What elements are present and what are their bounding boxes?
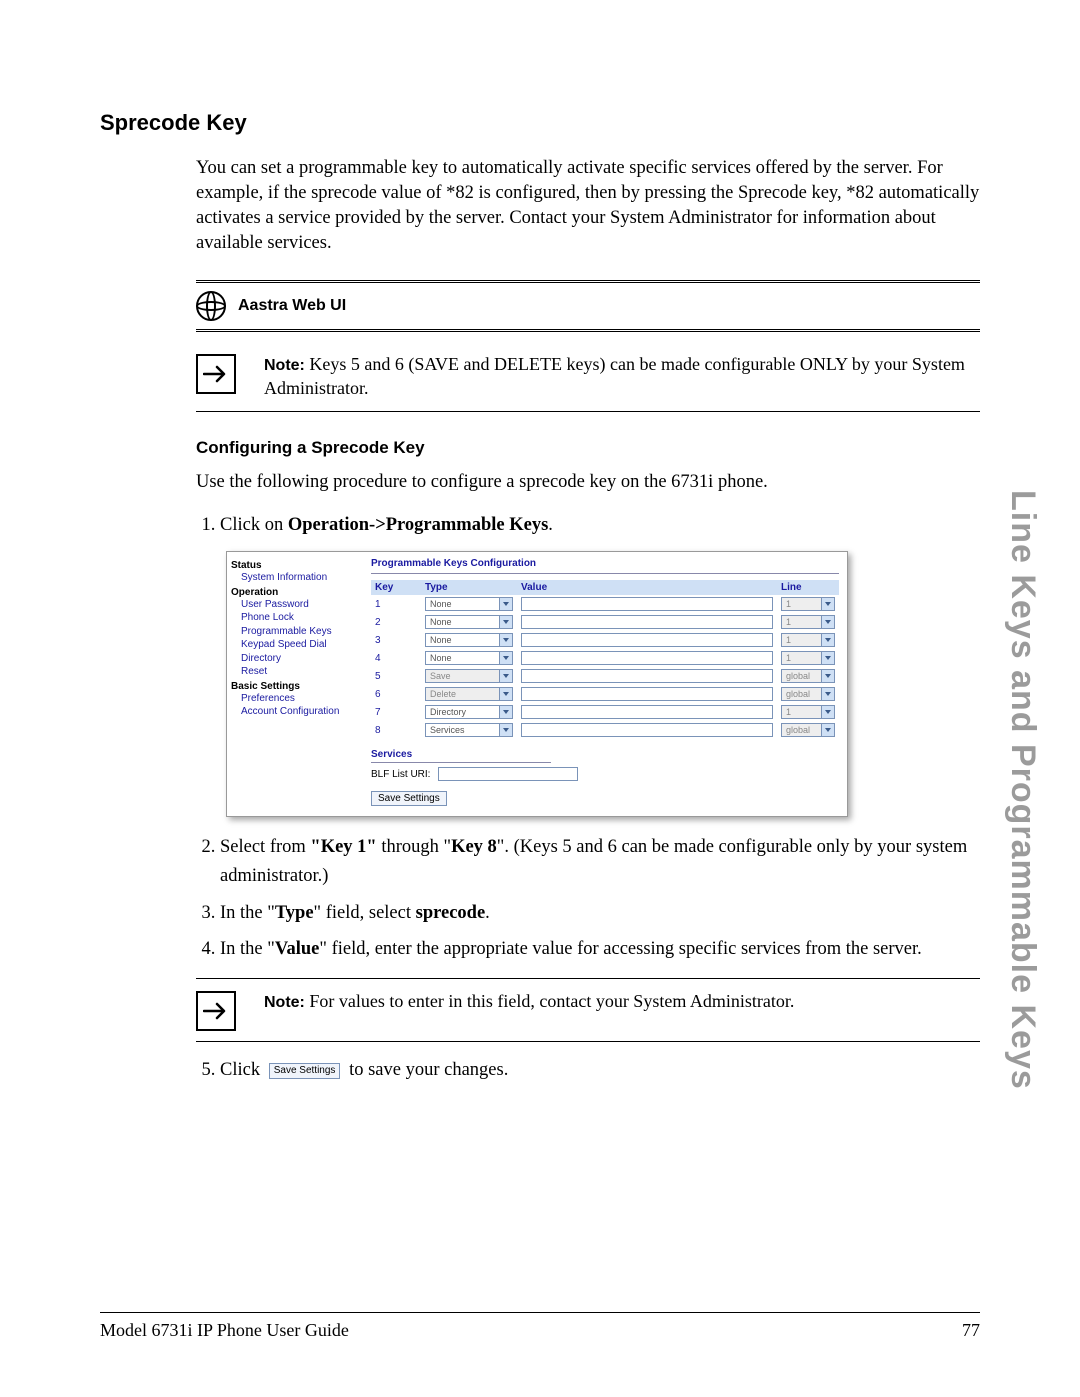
sidebar-group-status: Status — [231, 560, 359, 571]
line-select: global — [781, 723, 835, 737]
value-input[interactable] — [521, 723, 773, 737]
note-2-label: Note: — [264, 994, 305, 1011]
table-row: 6 Delete global — [371, 685, 839, 703]
arrow-right-icon — [196, 354, 236, 394]
type-select[interactable]: None — [425, 633, 513, 647]
steps-list: Click on Operation->Programmable Keys. — [196, 511, 980, 540]
sidebar-item[interactable]: Directory — [241, 652, 359, 666]
sidebar-item[interactable]: Account Configuration — [241, 705, 359, 719]
table-row: 3 None 1 — [371, 631, 839, 649]
page: Sprecode Key You can set a programmable … — [0, 0, 1080, 1397]
note-block-2: Note: For values to enter in this field,… — [196, 978, 980, 1042]
subheading: Configuring a Sprecode Key — [196, 438, 980, 458]
footer: Model 6731i IP Phone User Guide 77 — [100, 1320, 980, 1341]
sidebar-item[interactable]: Phone Lock — [241, 611, 359, 625]
ui-header-block: Aastra Web UI — [196, 280, 980, 332]
side-tab: Line Keys and Programmable Keys — [1003, 490, 1042, 1090]
col-line: Line — [777, 580, 839, 595]
keys-table: Key Type Value Line 1None12None13None14N… — [371, 580, 839, 739]
line-select: 1 — [781, 615, 835, 629]
key-number: 2 — [371, 613, 421, 631]
step-4: In the "Value" field, enter the appropri… — [220, 935, 980, 964]
sidebar-item[interactable]: Programmable Keys — [241, 625, 359, 639]
type-select: Save — [425, 669, 513, 683]
step-1: Click on Operation->Programmable Keys. — [220, 511, 980, 540]
value-input[interactable] — [521, 597, 773, 611]
screenshot-main: Programmable Keys Configuration Key Type… — [363, 552, 847, 816]
line-select: global — [781, 669, 835, 683]
type-select[interactable]: None — [425, 615, 513, 629]
key-number: 5 — [371, 667, 421, 685]
type-select[interactable]: None — [425, 651, 513, 665]
key-number: 7 — [371, 703, 421, 721]
value-input[interactable] — [521, 651, 773, 665]
line-select: 1 — [781, 597, 835, 611]
programmable-keys-screenshot: Status System Information Operation User… — [226, 551, 848, 817]
inline-save-settings-button[interactable]: Save Settings — [269, 1063, 341, 1079]
table-row: 4 None 1 — [371, 649, 839, 667]
arrow-right-icon — [196, 991, 236, 1031]
note-2-text: Note: For values to enter in this field,… — [264, 989, 794, 1014]
services-header: Services — [371, 749, 551, 763]
value-input[interactable] — [521, 705, 773, 719]
save-settings-button[interactable]: Save Settings — [371, 791, 447, 806]
table-row: 5 Save global — [371, 667, 839, 685]
sidebar-item[interactable]: Reset — [241, 665, 359, 679]
steps-list-cont: Select from "Key 1" through "Key 8". (Ke… — [196, 833, 980, 964]
note-1-label: Note: — [264, 357, 305, 374]
key-number: 3 — [371, 631, 421, 649]
footer-left: Model 6731i IP Phone User Guide — [100, 1320, 349, 1341]
step-2: Select from "Key 1" through "Key 8". (Ke… — [220, 833, 980, 890]
col-type: Type — [421, 580, 517, 595]
step-5: Click Save Settings to save your changes… — [220, 1056, 980, 1085]
sidebar-group-operation: Operation — [231, 587, 359, 598]
globe-icon — [196, 291, 226, 321]
sidebar-group-basic: Basic Settings — [231, 681, 359, 692]
col-key: Key — [371, 580, 421, 595]
key-number: 4 — [371, 649, 421, 667]
blf-row: BLF List URI: — [371, 767, 839, 781]
sidebar-item[interactable]: Preferences — [241, 692, 359, 706]
blf-label: BLF List URI: — [371, 769, 430, 780]
sidebar-item[interactable]: User Password — [241, 598, 359, 612]
key-number: 8 — [371, 721, 421, 739]
note-block-1: Note: Keys 5 and 6 (SAVE and DELETE keys… — [196, 342, 980, 412]
footer-page: 77 — [962, 1320, 980, 1341]
value-input[interactable] — [521, 669, 773, 683]
type-select[interactable]: None — [425, 597, 513, 611]
screenshot-sidebar: Status System Information Operation User… — [227, 552, 363, 816]
table-row: 8 Services global — [371, 721, 839, 739]
type-select[interactable]: Services — [425, 723, 513, 737]
section-title: Sprecode Key — [100, 110, 980, 136]
key-number: 1 — [371, 595, 421, 613]
col-value: Value — [517, 580, 777, 595]
value-input[interactable] — [521, 687, 773, 701]
table-row: 7 Directory 1 — [371, 703, 839, 721]
sidebar-item[interactable]: Keypad Speed Dial — [241, 638, 359, 652]
line-select: global — [781, 687, 835, 701]
steps-list-cont2: Click Save Settings to save your changes… — [196, 1056, 980, 1085]
type-select: Delete — [425, 687, 513, 701]
note-1-text: Note: Keys 5 and 6 (SAVE and DELETE keys… — [264, 352, 980, 401]
screenshot-title: Programmable Keys Configuration — [371, 558, 839, 574]
step-3: In the "Type" field, select sprecode. — [220, 899, 980, 928]
value-input[interactable] — [521, 633, 773, 647]
value-input[interactable] — [521, 615, 773, 629]
line-select: 1 — [781, 633, 835, 647]
ui-header-label: Aastra Web UI — [238, 297, 346, 315]
body-line-1: Use the following procedure to configure… — [196, 470, 980, 495]
type-select[interactable]: Directory — [425, 705, 513, 719]
line-select: 1 — [781, 651, 835, 665]
footer-rule — [100, 1312, 980, 1313]
line-select: 1 — [781, 705, 835, 719]
table-row: 2 None 1 — [371, 613, 839, 631]
table-row: 1 None 1 — [371, 595, 839, 613]
key-number: 6 — [371, 685, 421, 703]
sidebar-item[interactable]: System Information — [241, 571, 359, 585]
intro-paragraph: You can set a programmable key to automa… — [196, 156, 980, 256]
blf-input[interactable] — [438, 767, 578, 781]
